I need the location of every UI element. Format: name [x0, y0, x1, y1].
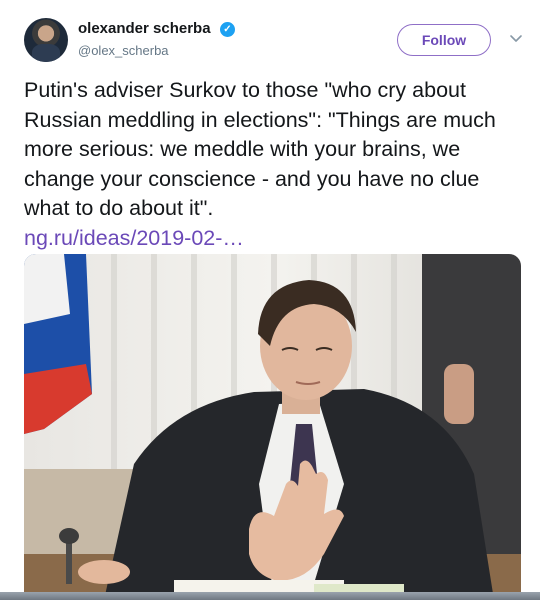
follow-button[interactable]: Follow: [397, 24, 491, 56]
tweet-photo[interactable]: [24, 254, 521, 600]
verified-badge-icon: ✓: [220, 22, 235, 37]
tweet-body: Putin's adviser Surkov to those "who cry…: [24, 78, 496, 220]
tweet-header: olexander scherba ✓ @olex_scherba Follow: [24, 14, 524, 66]
chevron-down-icon[interactable]: [508, 30, 524, 46]
photo-illustration: [24, 254, 521, 600]
tweet-link[interactable]: ng.ru/ideas/2019-02-…: [24, 226, 244, 250]
dock-bar: [0, 592, 540, 600]
author-name[interactable]: olexander scherba: [78, 20, 211, 37]
tweet-text: Putin's adviser Surkov to those "who cry…: [24, 76, 524, 253]
author-handle[interactable]: @olex_scherba: [78, 43, 169, 58]
avatar[interactable]: [24, 18, 68, 62]
